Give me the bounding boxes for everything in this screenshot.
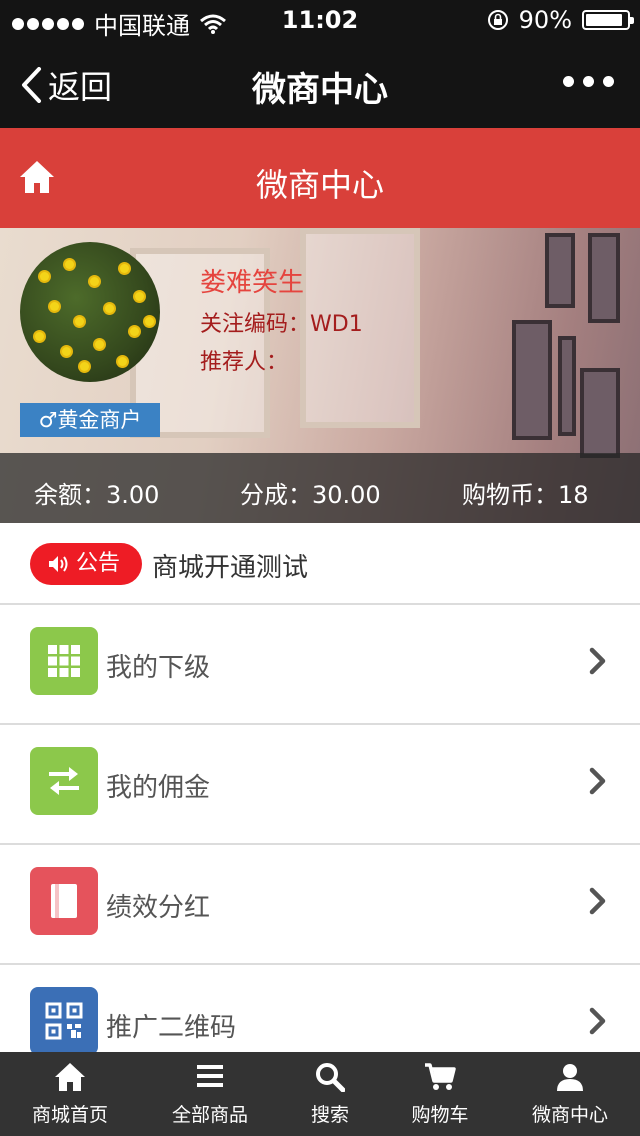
more-options-icon[interactable] <box>563 76 614 87</box>
background-frame <box>588 233 620 323</box>
book-icon <box>30 867 98 935</box>
notice-bar[interactable]: 公告 商城开通测试 <box>0 523 640 605</box>
background-frame <box>545 233 575 308</box>
chevron-right-icon <box>589 887 606 915</box>
coins-stat: 购物币：18 <box>462 481 589 509</box>
notice-badge-label: 公告 <box>76 551 121 576</box>
cart-icon <box>376 1062 504 1096</box>
transfer-icon <box>30 747 98 815</box>
nav-title: 微商中心 <box>252 70 388 110</box>
profile-banner: 娄难笑生 关注编码：WD1 推荐人： ♂黄金商户 余额：3.00 分成：30.0… <box>0 228 640 523</box>
bottom-tab-bar: 商城首页 全部商品 搜索 购物车 微商中心 <box>0 1052 640 1136</box>
status-right: 90% <box>487 6 634 34</box>
search-icon <box>266 1062 394 1096</box>
notice-badge: 公告 <box>30 543 142 585</box>
page-header: 微商中心 <box>0 128 640 228</box>
menu-label: 我的下级 <box>106 653 211 683</box>
speaker-icon <box>49 556 68 572</box>
stats-bar: 余额：3.00 分成：30.00 购物币：18 <box>0 453 640 523</box>
tab-cart[interactable]: 购物车 <box>376 1052 504 1136</box>
battery-icon <box>582 10 634 30</box>
user-name: 娄难笑生 <box>200 268 305 298</box>
tab-label: 微商中心 <box>531 1104 608 1126</box>
tab-shop-home[interactable]: 商城首页 <box>6 1052 134 1136</box>
tab-label: 全部商品 <box>171 1104 248 1126</box>
balance-stat: 余额：3.00 <box>34 481 160 509</box>
menu-item-performance-dividend[interactable]: 绩效分红 <box>0 845 640 965</box>
home-icon <box>6 1062 134 1096</box>
battery-percent: 90% <box>518 6 572 34</box>
tab-wechat-business-center[interactable]: 微商中心 <box>506 1052 634 1136</box>
chevron-right-icon <box>589 767 606 795</box>
background-frame <box>558 336 576 436</box>
status-bar: 中国联通 11:02 90% <box>0 0 640 40</box>
share-stat: 分成：30.00 <box>240 481 381 509</box>
grid-icon <box>30 627 98 695</box>
tab-label: 购物车 <box>411 1104 469 1126</box>
tab-label: 搜索 <box>310 1104 349 1126</box>
menu-item-commission[interactable]: 我的佣金 <box>0 725 640 845</box>
background-frame <box>512 320 552 440</box>
menu-item-subordinates[interactable]: 我的下级 <box>0 605 640 725</box>
tab-all-products[interactable]: 全部商品 <box>146 1052 274 1136</box>
tab-search[interactable]: 搜索 <box>266 1052 394 1136</box>
tab-label: 商城首页 <box>31 1104 108 1126</box>
notice-text: 商城开通测试 <box>152 553 309 583</box>
page-title: 微商中心 <box>255 166 384 204</box>
follow-code: 关注编码：WD1 <box>200 312 363 337</box>
menu-label: 推广二维码 <box>106 1013 237 1043</box>
menu-label: 绩效分红 <box>106 893 211 923</box>
menu-label: 我的佣金 <box>106 773 211 803</box>
background-frame <box>580 368 620 458</box>
battery-fill <box>586 14 622 26</box>
referrer: 推荐人： <box>200 350 289 375</box>
avatar[interactable] <box>20 242 160 382</box>
chevron-right-icon <box>589 1007 606 1035</box>
user-icon <box>506 1062 634 1096</box>
level-badge: ♂黄金商户 <box>20 403 160 437</box>
chevron-right-icon <box>589 647 606 675</box>
rotation-lock-icon <box>487 10 508 30</box>
qrcode-icon <box>30 987 98 1055</box>
nav-bar: 返回 微商中心 <box>0 40 640 128</box>
list-icon <box>146 1062 274 1096</box>
